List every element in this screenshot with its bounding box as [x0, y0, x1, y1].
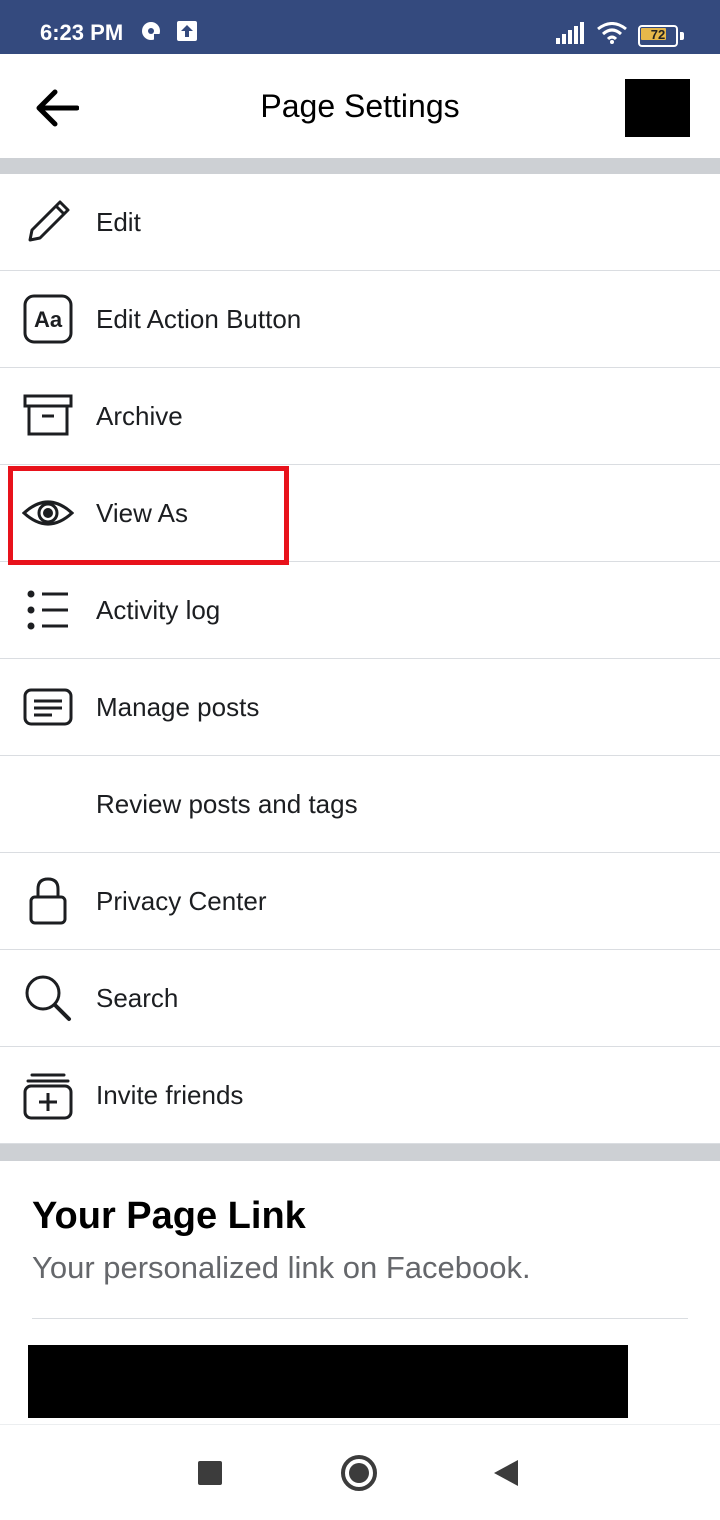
lock-icon — [22, 875, 74, 927]
search-icon — [22, 972, 74, 1024]
menu-item-label: Review posts and tags — [96, 788, 358, 819]
recents-button[interactable] — [184, 1447, 236, 1499]
recents-square-icon — [198, 1461, 222, 1485]
cd-icon — [140, 20, 162, 47]
page-link-subtitle: Your personalized link on Facebook. — [32, 1250, 531, 1285]
menu-item-activity-log[interactable]: Activity log — [0, 562, 720, 659]
menu-item-manage-posts[interactable]: Manage posts — [0, 659, 720, 756]
menu-item-invite-friends[interactable]: Invite friends — [0, 1047, 720, 1144]
wifi-icon — [596, 22, 628, 49]
menu-item-edit[interactable]: Edit — [0, 174, 720, 271]
list-icon — [22, 584, 74, 636]
section-divider — [0, 158, 720, 174]
signal-icon — [556, 22, 586, 49]
home-button[interactable] — [333, 1447, 385, 1499]
menu-item-privacy-center[interactable]: Privacy Center — [0, 853, 720, 950]
menu-item-label: Invite friends — [96, 1079, 244, 1110]
menu-item-edit-action-button[interactable]: Aa Edit Action Button — [0, 271, 720, 368]
menu-item-view-as[interactable]: View As — [0, 465, 720, 562]
menu-item-label: Manage posts — [96, 691, 260, 722]
menu-item-label: Activity log — [96, 594, 221, 625]
document-lines-icon — [22, 681, 74, 733]
header: Page Settings — [0, 54, 720, 158]
page-link-url[interactable] — [28, 1345, 628, 1418]
home-circle-icon — [341, 1455, 377, 1491]
divider — [32, 1318, 688, 1319]
status-bar: 6:23 PM 72 — [0, 0, 720, 54]
menu-item-label: Search — [96, 982, 179, 1013]
settings-menu: Edit Aa Edit Action Button Archive View … — [0, 174, 720, 1144]
pencil-icon — [22, 196, 74, 248]
menu-item-search[interactable]: Search — [0, 950, 720, 1047]
menu-item-label: Edit Action Button — [96, 303, 302, 334]
battery-icon: 72 — [638, 24, 684, 47]
status-time: 6:23 PM — [40, 20, 124, 45]
page-link-title: Your Page Link — [32, 1195, 306, 1237]
page-title: Page Settings — [260, 88, 460, 124]
menu-item-label: View As — [96, 497, 189, 528]
menu-item-label: Edit — [96, 206, 141, 237]
battery-level: 72 — [650, 26, 666, 42]
eye-icon — [22, 487, 74, 539]
text-aa-icon: Aa — [22, 293, 74, 345]
menu-item-label: Archive — [96, 400, 183, 431]
archive-box-icon — [22, 390, 74, 442]
menu-item-label: Privacy Center — [96, 885, 267, 916]
section-divider — [0, 1144, 720, 1161]
navigation-bar — [0, 1424, 720, 1520]
invite-stack-icon — [22, 1069, 74, 1121]
upload-icon — [176, 20, 198, 47]
system-back-button[interactable] — [480, 1447, 532, 1499]
back-triangle-icon — [494, 1460, 518, 1486]
page-link-section: Your Page Link Your personalized link on… — [0, 1161, 720, 1426]
menu-item-archive[interactable]: Archive — [0, 368, 720, 465]
profile-picture[interactable] — [625, 79, 690, 137]
svg-text:Aa: Aa — [34, 307, 63, 332]
menu-item-review-posts-and-tags[interactable]: Review posts and tags — [0, 756, 720, 853]
